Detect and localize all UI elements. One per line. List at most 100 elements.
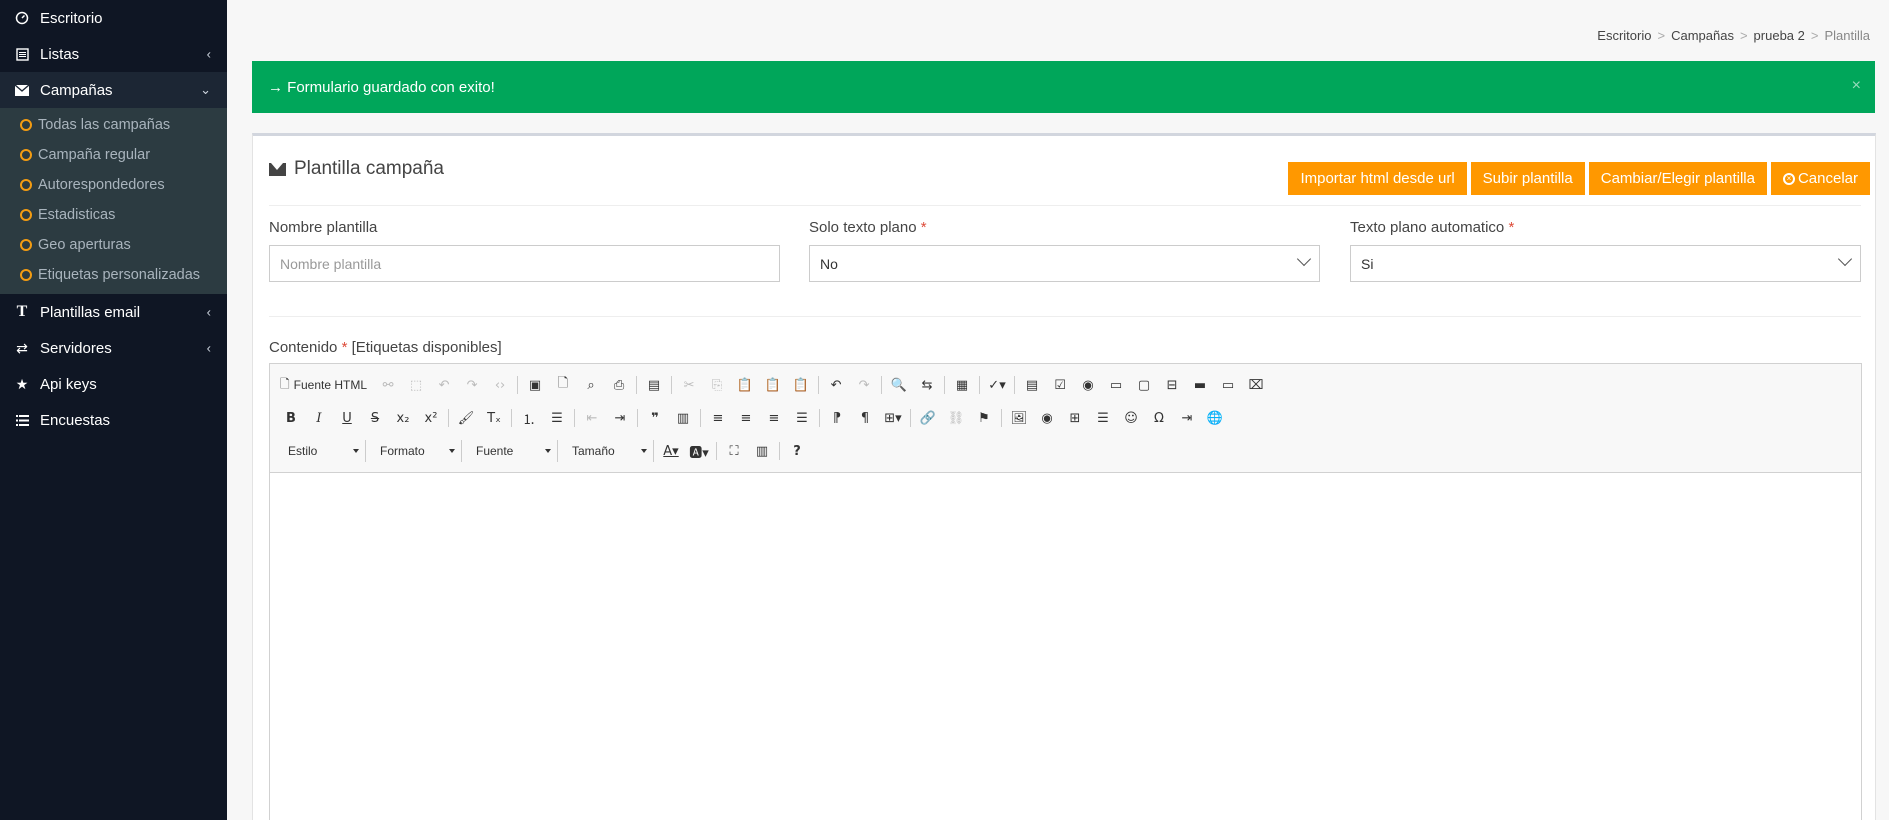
bold-icon[interactable]: B	[280, 407, 302, 429]
spellcheck-icon[interactable]: ✓▾	[986, 374, 1008, 396]
find-icon[interactable]: ⚯	[377, 374, 399, 396]
italic-icon[interactable]: I	[308, 407, 330, 429]
cut-icon[interactable]: ✂	[678, 374, 700, 396]
div-icon[interactable]: ▥	[672, 407, 694, 429]
hidden-field-icon[interactable]: ⌧	[1245, 374, 1267, 396]
align-right-icon[interactable]: ≡	[763, 407, 785, 429]
page-break-icon[interactable]: ⇥	[1176, 407, 1198, 429]
replace-icon[interactable]: ⇆	[916, 374, 938, 396]
text-color-icon[interactable]: A▾	[660, 440, 682, 462]
undo-disabled-icon[interactable]: ↶	[433, 374, 455, 396]
image-button-icon[interactable]: ▭	[1217, 374, 1239, 396]
select-all-icon[interactable]: ⬚	[405, 374, 427, 396]
font-combo[interactable]: Fuente	[468, 440, 558, 462]
source-html-button[interactable]: 🗋 Fuente HTML	[280, 375, 367, 396]
justify-icon[interactable]: ☰	[791, 407, 813, 429]
remove-format-icon[interactable]: Tₓ	[483, 407, 505, 429]
plain-text-select[interactable]: No	[809, 245, 1320, 282]
print-icon[interactable]: ⎙	[608, 374, 630, 396]
table-icon[interactable]: ⊞	[1064, 407, 1086, 429]
search-icon[interactable]: 🔍	[888, 374, 910, 396]
superscript-icon[interactable]: x²	[420, 407, 442, 429]
sidebar-item-campanas[interactable]: Campañas ⌄	[0, 72, 227, 108]
upload-template-button[interactable]: Subir plantilla	[1470, 162, 1585, 195]
sidebar-item-encuestas[interactable]: Encuestas	[0, 402, 227, 438]
ltr-icon[interactable]: ⁋	[826, 407, 848, 429]
strike-icon[interactable]: S	[364, 407, 386, 429]
close-icon[interactable]: ×	[1852, 77, 1861, 95]
submenu-item-estadisticas[interactable]: Estadisticas	[0, 200, 227, 230]
submenu-item-geo[interactable]: Geo aperturas	[0, 230, 227, 260]
select-field-icon[interactable]: ⊟	[1161, 374, 1183, 396]
align-left-icon[interactable]: ≡	[707, 407, 729, 429]
sidebar-item-plantillas[interactable]: T Plantillas email ‹	[0, 294, 227, 330]
button-field-icon[interactable]: ▬	[1189, 374, 1211, 396]
paste-text-icon[interactable]: 📋	[762, 374, 784, 396]
blockquote-icon[interactable]: ❞	[644, 407, 666, 429]
preview-icon[interactable]: ⌕	[580, 374, 602, 396]
copy-icon[interactable]: ⎘	[706, 374, 728, 396]
sidebar-item-servidores[interactable]: ⇄ Servidores ‹	[0, 330, 227, 366]
paste-word-icon[interactable]: 📋	[790, 374, 812, 396]
breadcrumb-item[interactable]: prueba 2	[1754, 28, 1805, 43]
outdent-icon[interactable]: ⇤	[581, 407, 603, 429]
radio-icon[interactable]: ◉	[1077, 374, 1099, 396]
submenu-item-etiquetas[interactable]: Etiquetas personalizadas	[0, 260, 227, 290]
submenu-item-autorespondedores[interactable]: Autorespondedores	[0, 170, 227, 200]
submenu-item-regular[interactable]: Campaña regular	[0, 140, 227, 170]
code-icon[interactable]: ‹›	[489, 374, 511, 396]
paste-icon[interactable]: 📋	[734, 374, 756, 396]
horizontal-rule-icon[interactable]: ☰	[1092, 407, 1114, 429]
form-icon[interactable]: ▤	[1021, 374, 1043, 396]
save-icon[interactable]: ▣	[524, 374, 546, 396]
editor-content-area[interactable]	[270, 473, 1861, 820]
iframe-icon[interactable]: 🌐	[1204, 407, 1226, 429]
format-combo[interactable]: Formato	[372, 440, 462, 462]
smiley-icon[interactable]: ☺	[1120, 407, 1142, 429]
maximize-icon[interactable]: ⛶	[723, 440, 745, 462]
sidebar-item-escritorio[interactable]: Escritorio	[0, 0, 227, 36]
checkbox-icon[interactable]: ☑	[1049, 374, 1071, 396]
help-icon[interactable]: ?	[786, 440, 808, 462]
undo-icon[interactable]: ↶	[825, 374, 847, 396]
templates-icon[interactable]: ▤	[643, 374, 665, 396]
sidebar-item-label: Plantillas email	[40, 303, 141, 321]
new-page-icon[interactable]: 🗋	[552, 374, 574, 396]
redo-disabled-icon[interactable]: ↷	[461, 374, 483, 396]
copy-format-icon[interactable]: 🖌	[455, 407, 477, 429]
rtl-icon[interactable]: ¶	[854, 407, 876, 429]
bullet-list-icon[interactable]: ☰	[546, 407, 568, 429]
size-combo[interactable]: Tamaño	[564, 440, 654, 462]
available-tags-link[interactable]: [Etiquetas disponibles]	[352, 339, 502, 356]
align-center-icon[interactable]: ≡	[735, 407, 757, 429]
subscript-icon[interactable]: x₂	[392, 407, 414, 429]
sidebar-item-listas[interactable]: Listas ‹	[0, 36, 227, 72]
link-icon[interactable]: 🔗	[917, 407, 939, 429]
template-name-input[interactable]	[269, 245, 780, 282]
bg-color-icon[interactable]: 🅰▾	[688, 440, 710, 462]
show-blocks-icon[interactable]: ▥	[751, 440, 773, 462]
textfield-icon[interactable]: ▭	[1105, 374, 1127, 396]
underline-icon[interactable]: U	[336, 407, 358, 429]
change-template-button[interactable]: Cambiar/Elegir plantilla	[1588, 162, 1767, 195]
breadcrumb-item[interactable]: Campañas	[1671, 28, 1734, 43]
cancel-button[interactable]: × Cancelar	[1770, 162, 1870, 195]
breadcrumb-item[interactable]: Escritorio	[1597, 28, 1651, 43]
select-all-text-icon[interactable]: ▦	[951, 374, 973, 396]
numbered-list-icon[interactable]: ⒈	[518, 407, 540, 429]
anchor-icon[interactable]: ⚑	[973, 407, 995, 429]
redo-icon[interactable]: ↷	[853, 374, 875, 396]
auto-plain-select[interactable]: Si	[1350, 245, 1861, 282]
submenu-item-todas[interactable]: Todas las campañas	[0, 110, 227, 140]
chevron-down-icon	[1837, 251, 1853, 267]
textarea-icon[interactable]: ▢	[1133, 374, 1155, 396]
special-char-icon[interactable]: Ω	[1148, 407, 1170, 429]
language-icon[interactable]: ⊞▾	[882, 407, 904, 429]
import-html-button[interactable]: Importar html desde url	[1288, 162, 1467, 195]
indent-icon[interactable]: ⇥	[609, 407, 631, 429]
unlink-icon[interactable]: ⛓	[945, 407, 967, 429]
flash-icon[interactable]: ◉	[1036, 407, 1058, 429]
style-combo[interactable]: Estilo	[280, 440, 366, 462]
sidebar-item-apikeys[interactable]: ★ Api keys	[0, 366, 227, 402]
image-icon[interactable]: 🖼	[1008, 407, 1030, 429]
